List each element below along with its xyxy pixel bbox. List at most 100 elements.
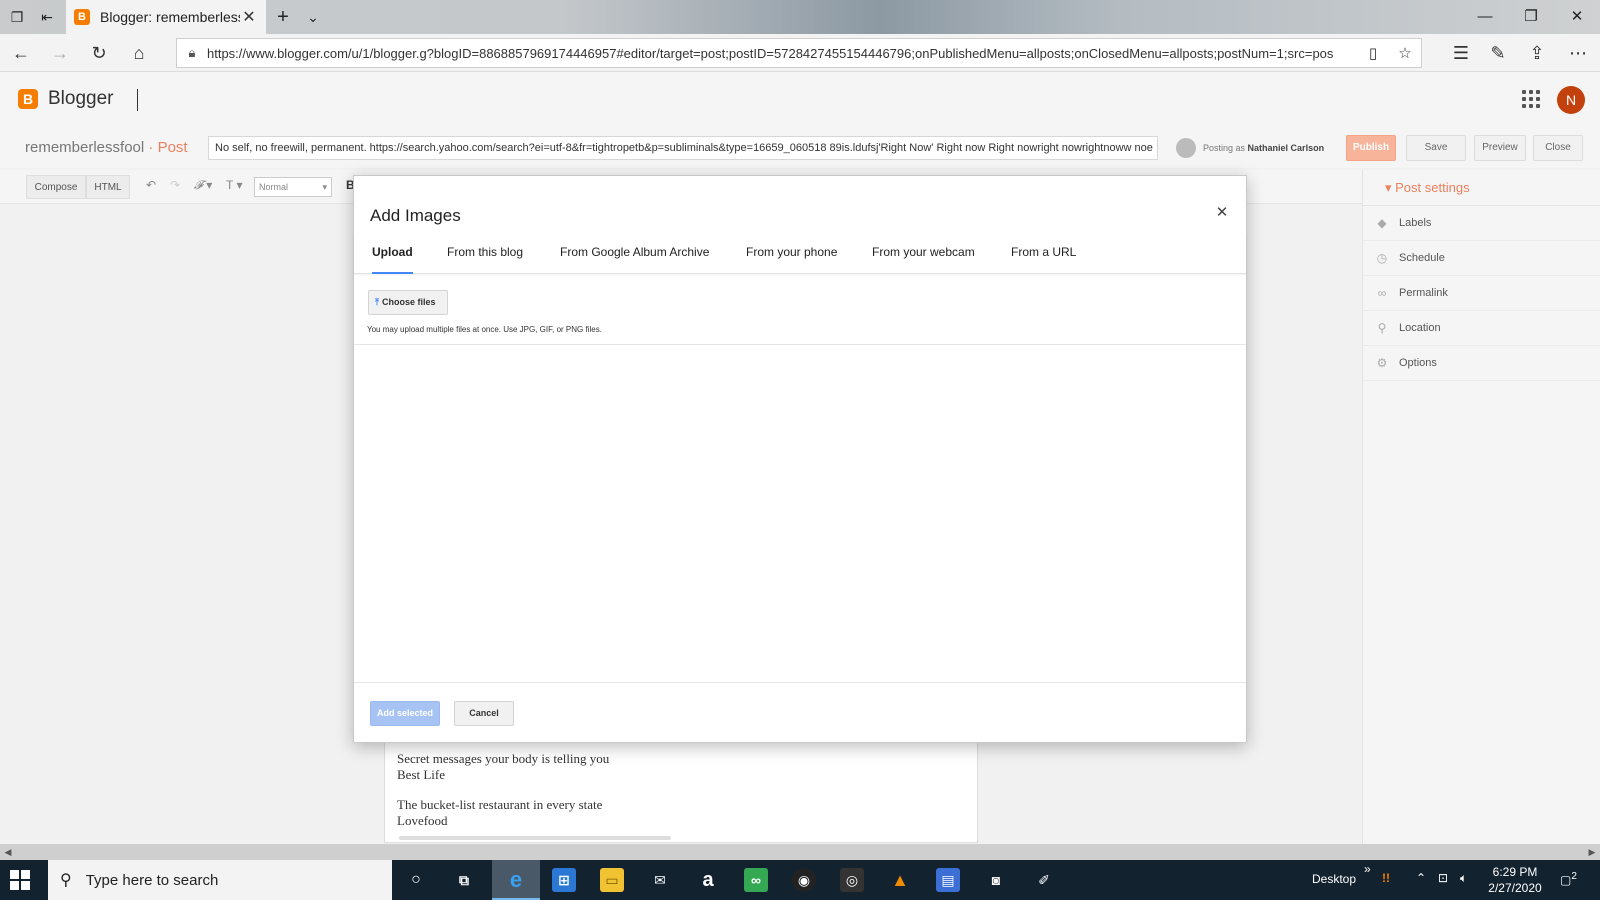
taskbar-clock[interactable]: 6:29 PM 2/27/2020	[1470, 864, 1560, 896]
sidebar-item-options[interactable]: ⚙ Options	[1363, 346, 1600, 381]
scroll-left-icon[interactable]: ◀	[0, 844, 16, 860]
tab-from-this-blog[interactable]: From this blog	[447, 236, 523, 274]
sidebar-item-label: Permalink	[1399, 286, 1448, 299]
url-text[interactable]: https://www.blogger.com/u/1/blogger.g?bl…	[207, 46, 1357, 61]
blogger-logo-icon[interactable]: B	[18, 89, 38, 109]
undo-icon[interactable]: ↶	[146, 178, 156, 192]
notification-count-badge: 2	[1571, 871, 1577, 882]
amazon-icon[interactable]: a	[696, 868, 720, 892]
color-app-icon[interactable]: ◎	[840, 868, 864, 892]
microsoft-store-icon[interactable]: ⊞	[552, 868, 576, 892]
minimize-icon[interactable]: —	[1462, 4, 1508, 30]
format-select[interactable]: Normal ▾	[254, 177, 332, 197]
breadcrumb: rememberlessfool · Post	[25, 139, 188, 156]
app-notification-icon[interactable]: !!	[1382, 871, 1390, 885]
close-window-icon[interactable]: ✕	[1554, 4, 1600, 30]
html-mode-button[interactable]: HTML	[86, 175, 130, 199]
post-editor[interactable]: Secret messages your body is telling you…	[384, 730, 978, 843]
show-hidden-icons-icon[interactable]: ⌃	[1416, 871, 1426, 885]
save-button[interactable]: Save	[1406, 135, 1466, 161]
tab-upload[interactable]: Upload	[372, 236, 413, 274]
app-name[interactable]: Blogger	[48, 88, 114, 110]
breadcrumb-separator: ·	[148, 139, 154, 156]
cortana-icon[interactable]: ○	[404, 868, 428, 892]
dialog-divider	[354, 344, 1246, 345]
post-bar: rememberlessfool · Post No self, no free…	[0, 128, 1600, 168]
tab-preview-chevron-icon[interactable]: ⌄	[302, 6, 324, 28]
redo-icon[interactable]: ↷	[170, 178, 180, 192]
post-settings-header[interactable]: ▾ Post settings	[1363, 170, 1600, 206]
camera-icon[interactable]: ◙	[984, 868, 1008, 892]
publish-button[interactable]: Publish	[1346, 135, 1396, 161]
network-icon[interactable]: ⊡	[1438, 871, 1448, 885]
google-apps-icon[interactable]	[1522, 90, 1540, 108]
new-tab-icon[interactable]: +	[272, 6, 294, 28]
account-avatar[interactable]: N	[1557, 86, 1585, 114]
sidebar-item-label: Schedule	[1399, 251, 1445, 264]
tab-from-a-url[interactable]: From a URL	[1011, 236, 1076, 274]
sidebar-item-labels[interactable]: ◆ Labels	[1363, 206, 1600, 241]
pen-icon[interactable]: ✎	[1485, 41, 1511, 65]
blogger-favicon-icon: B	[74, 9, 90, 25]
tab-from-your-phone[interactable]: From your phone	[746, 236, 837, 274]
favorites-icon[interactable]: ☰	[1448, 41, 1474, 65]
home-icon[interactable]: ⌂	[126, 41, 152, 65]
editor-line: Lovefood	[397, 813, 448, 828]
close-button[interactable]: Close	[1533, 135, 1583, 161]
taskbar-search-box[interactable]: ⚲ Type here to search	[48, 860, 392, 900]
media-app-icon[interactable]: ◉	[792, 868, 816, 892]
location-pin-icon: ⚲	[1377, 320, 1387, 335]
refresh-icon[interactable]: ↻	[86, 41, 112, 65]
add-selected-button[interactable]: Add selected	[370, 701, 440, 726]
cancel-button[interactable]: Cancel	[454, 701, 514, 726]
task-view-icon[interactable]: ⧉	[452, 868, 476, 892]
close-tab-icon[interactable]: ✕	[240, 7, 258, 27]
page-horizontal-scrollbar[interactable]: ◀ ▶	[0, 844, 1600, 860]
tab-from-google-album-archive[interactable]: From Google Album Archive	[560, 236, 709, 274]
reading-view-icon[interactable]: ▯	[1357, 44, 1389, 62]
restore-icon[interactable]: ❐	[1508, 4, 1554, 30]
vlc-icon[interactable]: ▲	[888, 868, 912, 892]
blogger-header: B Blogger N	[0, 72, 1600, 128]
favorite-star-icon[interactable]: ☆	[1389, 44, 1421, 62]
more-icon[interactable]: ⋯	[1565, 41, 1591, 65]
blog-name[interactable]: rememberlessfool	[25, 139, 144, 156]
font-size-icon[interactable]: T ▾	[226, 178, 242, 192]
document-app-icon[interactable]: ▤	[936, 868, 960, 892]
desktop-toolbar-label[interactable]: Desktop	[1312, 872, 1356, 886]
dialog-footer: Add selected Cancel	[354, 682, 1246, 742]
font-icon[interactable]: 𝓕 ▾	[194, 178, 212, 193]
set-tabs-aside-icon[interactable]: ⇤	[36, 6, 58, 28]
address-bar[interactable]: 🔒︎ https://www.blogger.com/u/1/blogger.g…	[176, 38, 1422, 68]
action-center-icon[interactable]: ▢2	[1560, 871, 1577, 887]
taskbar-search-placeholder: Type here to search	[85, 871, 219, 889]
dialog-title: Add Images	[370, 206, 461, 225]
scroll-right-icon[interactable]: ▶	[1584, 844, 1600, 860]
tab-from-your-webcam[interactable]: From your webcam	[872, 236, 975, 274]
post-title-input[interactable]: No self, no freewill, permanent. https:/…	[208, 136, 1158, 160]
paint-icon[interactable]: ✐	[1032, 868, 1056, 892]
back-icon[interactable]: ←	[8, 41, 34, 65]
sidebar-item-schedule[interactable]: ◷ Schedule	[1363, 241, 1600, 276]
mail-icon[interactable]: ✉	[648, 868, 672, 892]
upload-icon: ⤒	[375, 297, 379, 307]
forward-icon[interactable]: →	[47, 41, 73, 65]
windows-start-icon[interactable]	[10, 870, 30, 890]
compose-mode-button[interactable]: Compose	[26, 175, 86, 199]
toolbar-expand-icon[interactable]: »	[1364, 862, 1371, 876]
header-divider	[137, 89, 138, 111]
sidebar-item-location[interactable]: ⚲ Location	[1363, 311, 1600, 346]
close-icon[interactable]: ✕	[1212, 203, 1232, 221]
sidebar-item-permalink[interactable]: ∞ Permalink	[1363, 276, 1600, 311]
browser-tab-blogger[interactable]: B Blogger: rememberlessf ✕	[66, 0, 266, 34]
windows-taskbar: ⚲ Type here to search ○ ⧉ e ⊞ ▭ ✉ a ∞ ◉ …	[0, 860, 1600, 900]
editor-scrollbar[interactable]	[399, 836, 671, 840]
volume-icon[interactable]: 🔈︎	[1460, 871, 1467, 886]
edge-browser-icon[interactable]: e	[504, 868, 528, 892]
share-icon[interactable]: ⇪	[1524, 41, 1550, 65]
file-explorer-icon[interactable]: ▭	[600, 868, 624, 892]
choose-files-button[interactable]: ⤒ Choose files	[368, 290, 448, 315]
preview-button[interactable]: Preview	[1474, 135, 1526, 161]
tripadvisor-icon[interactable]: ∞	[744, 868, 768, 892]
tab-manager-icon[interactable]: ❐	[6, 6, 28, 28]
